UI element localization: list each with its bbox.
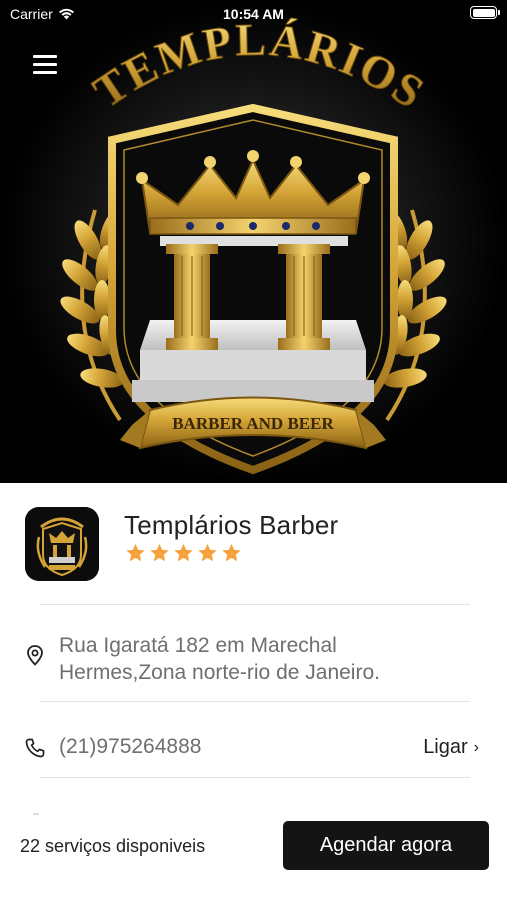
call-button[interactable]: Ligar › (423, 736, 479, 759)
hero-banner: BARBER AND BEER TEMPLÁRIOS Carrier 10:54… (0, 0, 507, 483)
shop-logo-icon (25, 507, 99, 581)
menu-line (33, 55, 57, 58)
templarios-logo-artwork: BARBER AND BEER TEMPLÁRIOS (0, 0, 507, 483)
divider (40, 701, 470, 702)
shop-logo-thumbnail (25, 507, 99, 581)
star-icon (174, 543, 193, 562)
rating-stars (124, 542, 243, 564)
star-icon (126, 543, 145, 562)
services-count: 22 serviços disponiveis (20, 836, 206, 856)
chevron-right-icon: › (473, 738, 479, 756)
logo-ribbon-text: BARBER AND BEER (172, 414, 334, 433)
location-pin-icon (27, 645, 43, 666)
shop-name: Templários Barber (124, 510, 339, 540)
list-peek-indicator (33, 813, 39, 815)
divider (40, 777, 470, 778)
shop-phone: (21)975264888 (59, 735, 202, 758)
status-time: 10:54 AM (223, 6, 284, 22)
book-now-button[interactable]: Agendar agora (283, 821, 489, 870)
divider (40, 604, 470, 605)
call-button-label: Ligar (423, 736, 468, 758)
menu-line (33, 71, 57, 74)
battery-icon (470, 6, 500, 19)
status-bar: Carrier 10:54 AM (0, 0, 507, 30)
shop-address: Rua Igaratá 182 em Marechal Hermes,Zona … (59, 634, 380, 684)
star-icon (198, 543, 217, 562)
star-icon (150, 543, 169, 562)
hamburger-menu-icon[interactable] (33, 55, 59, 75)
menu-line (33, 63, 57, 66)
star-icon (222, 543, 241, 562)
bottom-action-bar: 22 serviços disponiveis Agendar agora (0, 818, 507, 900)
phone-icon (25, 738, 45, 758)
